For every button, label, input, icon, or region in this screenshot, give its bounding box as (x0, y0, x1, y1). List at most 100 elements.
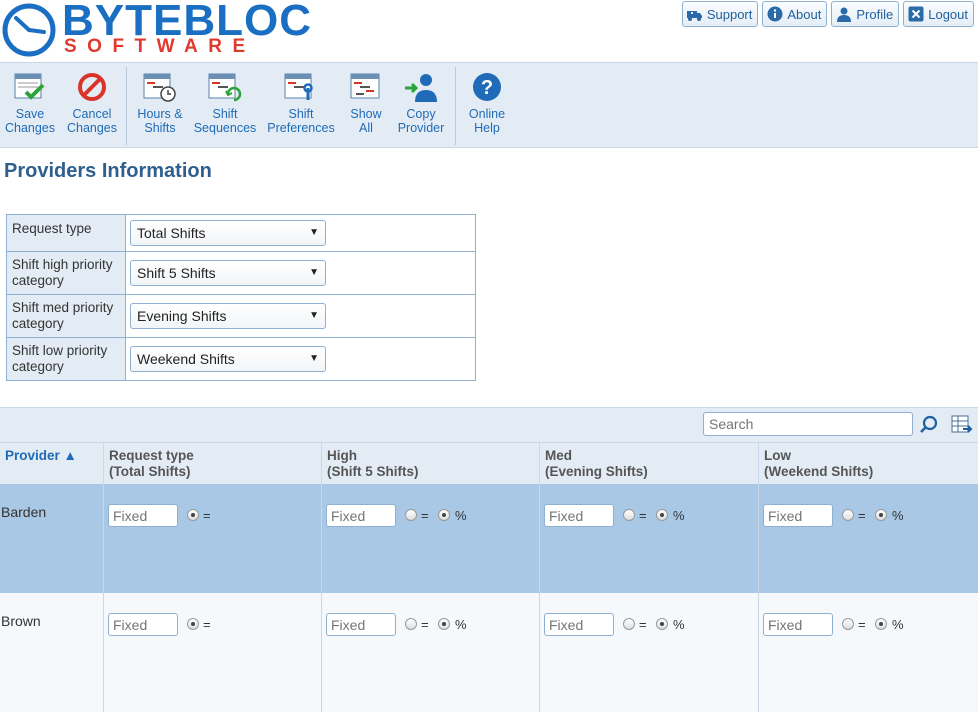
low-priority-select[interactable]: Weekend Shifts ▼ (130, 346, 326, 372)
request-settings-form: Request type Total Shifts ▼ Shift high pr… (6, 214, 476, 381)
shift-preferences-label: Shift Preferences (267, 107, 335, 135)
copy-provider-button[interactable]: Copy Provider (396, 71, 446, 135)
online-help-label: Online Help (468, 107, 506, 135)
header: BYTEBLOC SOFTWARE Support About Profile (0, 0, 978, 62)
request-type-fixed-input[interactable] (108, 504, 178, 527)
equal-label: = (203, 508, 211, 523)
save-changes-icon (13, 71, 47, 103)
low-fixed-input[interactable] (763, 504, 833, 527)
save-changes-button[interactable]: Save Changes (4, 71, 56, 135)
high-fixed-input[interactable] (326, 613, 396, 636)
show-all-button[interactable]: Show All (346, 71, 386, 135)
about-link[interactable]: About (762, 1, 828, 27)
column-title: Med (545, 448, 572, 463)
med-percent-radio[interactable] (656, 509, 668, 521)
logout-label: Logout (928, 6, 968, 22)
shift-preferences-button[interactable]: Shift Preferences (266, 71, 336, 135)
user-icon (835, 6, 852, 23)
hours-shifts-label: Hours & Shifts (137, 107, 183, 135)
percent-label: % (455, 508, 467, 523)
hours-shifts-button[interactable]: Hours & Shifts (136, 71, 184, 135)
high-column-header[interactable]: High (Shift 5 Shifts) (322, 443, 540, 485)
support-link[interactable]: Support (681, 1, 759, 27)
cancel-icon (75, 71, 109, 103)
high-percent-radio[interactable] (438, 618, 450, 630)
request-type-label: Request type (6, 214, 126, 252)
percent-label: % (673, 508, 685, 523)
percent-label: % (892, 617, 904, 632)
close-icon (907, 6, 924, 23)
dropdown-arrow-icon: ▼ (309, 267, 319, 278)
info-icon (766, 6, 783, 23)
med-priority-select[interactable]: Evening Shifts ▼ (130, 303, 326, 329)
request-type-fixed-input[interactable] (108, 613, 178, 636)
form-row: Shift high priority category Shift 5 Shi… (6, 251, 476, 295)
table-row[interactable]: Barden = = % = % = % (0, 484, 978, 593)
low-equal-radio[interactable] (842, 509, 854, 521)
high-percent-radio[interactable] (438, 509, 450, 521)
high-priority-value: Shift 5 Shifts (137, 265, 216, 281)
provider-name: Brown (1, 613, 41, 629)
profile-label: Profile (856, 6, 894, 22)
search-input[interactable] (703, 412, 913, 436)
column-subtitle: (Evening Shifts) (545, 464, 648, 479)
med-equal-radio[interactable] (623, 509, 635, 521)
med-fixed-input[interactable] (544, 504, 614, 527)
form-row: Request type Total Shifts ▼ (6, 214, 476, 252)
shift-sequences-label: Shift Sequences (193, 107, 257, 135)
low-percent-radio[interactable] (875, 618, 887, 630)
high-equal-radio[interactable] (405, 618, 417, 630)
med-column-header[interactable]: Med (Evening Shifts) (540, 443, 759, 485)
shift-sequences-button[interactable]: Shift Sequences (192, 71, 258, 135)
equal-label: = (858, 508, 866, 523)
request-type-equal-radio[interactable] (187, 618, 199, 630)
low-percent-radio[interactable] (875, 509, 887, 521)
form-row: Shift low priority category Weekend Shif… (6, 337, 476, 381)
percent-label: % (673, 617, 685, 632)
provider-header-label: Provider ▲ (5, 448, 77, 463)
equal-label: = (203, 617, 211, 632)
profile-link[interactable]: Profile (831, 1, 900, 27)
med-priority-label: Shift med priority category (6, 294, 126, 338)
equal-label: = (639, 508, 647, 523)
page-title: Providers Information (4, 160, 212, 182)
low-fixed-input[interactable] (763, 613, 833, 636)
request-type-column-header[interactable]: Request type (Total Shifts) (104, 443, 322, 485)
provider-column-header[interactable]: Provider ▲ (0, 443, 104, 485)
logout-link[interactable]: Logout (903, 1, 974, 27)
low-equal-radio[interactable] (842, 618, 854, 630)
column-subtitle: (Weekend Shifts) (764, 464, 874, 479)
column-title: High (327, 448, 357, 463)
column-title: Low (764, 448, 791, 463)
about-label: About (787, 6, 822, 22)
request-type-select[interactable]: Total Shifts ▼ (130, 220, 326, 246)
high-equal-radio[interactable] (405, 509, 417, 521)
high-priority-select[interactable]: Shift 5 Shifts ▼ (130, 260, 326, 286)
calendar-wrench-icon (284, 71, 318, 103)
dropdown-arrow-icon: ▼ (309, 227, 319, 238)
toolbar-divider (126, 67, 127, 145)
ambulance-icon (686, 6, 703, 23)
column-title: Request type (109, 448, 194, 463)
request-type-equal-radio[interactable] (187, 509, 199, 521)
main-toolbar: Save Changes Cancel Changes Hours & Shif… (0, 62, 978, 148)
med-priority-value: Evening Shifts (137, 308, 227, 324)
med-equal-radio[interactable] (623, 618, 635, 630)
form-row: Shift med priority category Evening Shif… (6, 294, 476, 338)
dropdown-arrow-icon: ▼ (309, 353, 319, 364)
column-settings-icon[interactable] (951, 414, 973, 436)
grid-header: Provider ▲ Request type (Total Shifts) H… (0, 442, 978, 485)
high-priority-label: Shift high priority category (6, 251, 126, 295)
equal-label: = (639, 617, 647, 632)
equal-label: = (858, 617, 866, 632)
table-row[interactable]: Brown = = % = % = % (0, 593, 978, 712)
low-column-header[interactable]: Low (Weekend Shifts) (759, 443, 978, 485)
search-icon[interactable] (919, 415, 939, 435)
online-help-button[interactable]: ? Online Help (464, 71, 510, 135)
med-fixed-input[interactable] (544, 613, 614, 636)
cancel-changes-button[interactable]: Cancel Changes (66, 71, 118, 135)
calendar-refresh-icon (208, 71, 242, 103)
high-fixed-input[interactable] (326, 504, 396, 527)
cancel-changes-label: Cancel Changes (66, 107, 118, 135)
med-percent-radio[interactable] (656, 618, 668, 630)
